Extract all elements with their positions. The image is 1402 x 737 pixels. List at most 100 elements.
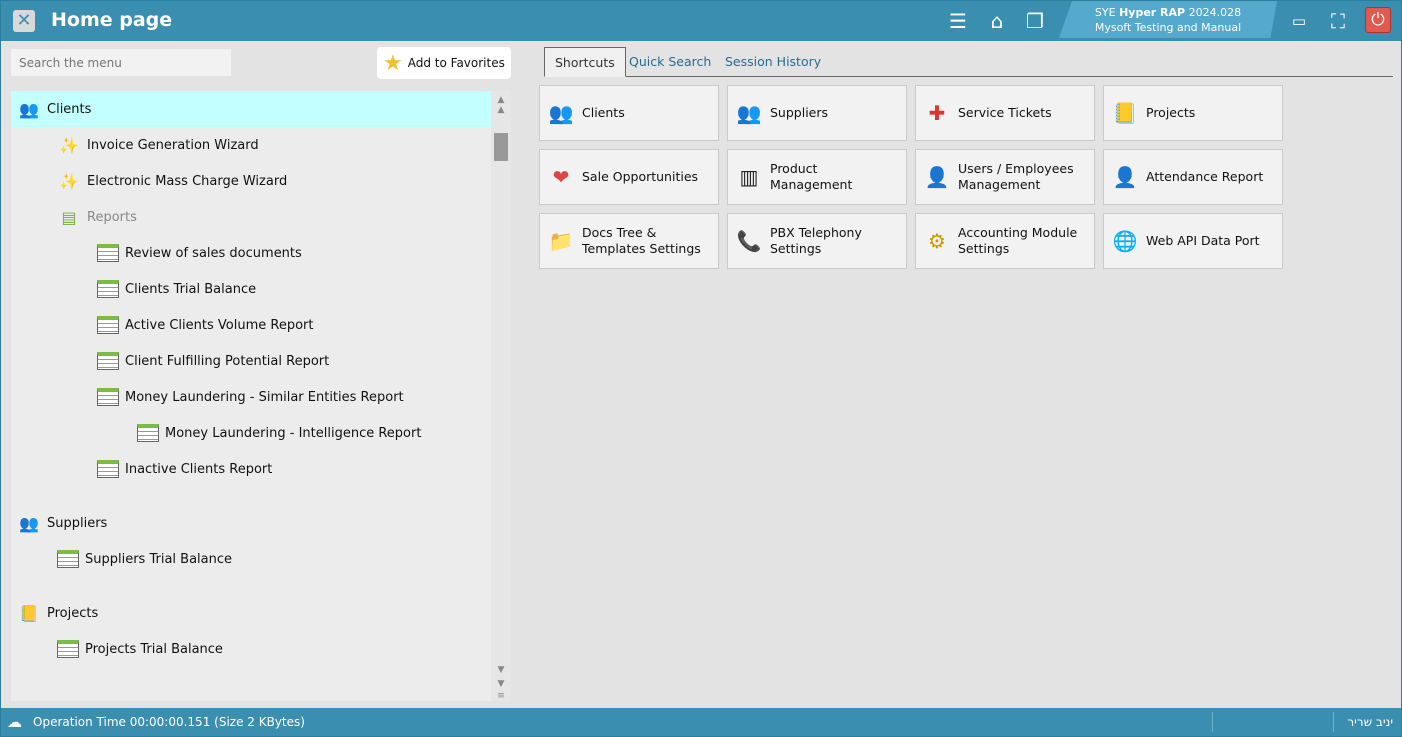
clients-icon: 👥 <box>19 99 39 119</box>
suppliers-icon: 👥 <box>736 101 762 125</box>
report-icon <box>57 550 79 568</box>
power-icon[interactable]: ⏻ <box>1365 7 1391 33</box>
folder-icon: 📁 <box>548 229 574 253</box>
tree-item[interactable]: Inactive Clients Report <box>97 451 272 487</box>
menu-tree: 👥 Clients ✨ Invoice Generation Wizard ✨ Elect… <box>11 91 491 701</box>
shortcut-label: Docs Tree & Templates Settings <box>582 225 701 256</box>
shortcut-label: Users / Employees Management <box>958 161 1074 192</box>
clients-icon: 👥 <box>548 101 574 125</box>
shortcuts-grid: 👥 Clients 👥 Suppliers ✚ Service Tickets 📒 Proje… <box>539 85 1283 269</box>
cloud-server-icon: ☁ <box>7 713 22 731</box>
report-icon <box>97 244 119 262</box>
shortcut-suppliers[interactable]: 👥 Suppliers <box>727 85 907 141</box>
shortcut-label: Projects <box>1146 105 1196 120</box>
tab-quick-search[interactable]: Quick Search <box>619 47 721 77</box>
barcode-icon: ▥ <box>739 165 759 189</box>
tree-item[interactable]: Clients Trial Balance <box>97 271 256 307</box>
shortcut-label: Sale Opportunities <box>582 169 699 184</box>
home-icon[interactable]: ⌂ <box>984 9 1010 33</box>
windows-icon[interactable]: ❐ <box>1022 9 1048 33</box>
shortcut-users[interactable]: 👤 Users / Employees Management <box>915 149 1095 205</box>
tree-item[interactable]: Suppliers Trial Balance <box>57 541 232 577</box>
brand-name: Hyper RAP <box>1119 6 1186 19</box>
suppliers-icon: 👥 <box>19 513 39 533</box>
shortcut-coins-gear[interactable]: ⚙ Accounting Module Settings <box>915 213 1095 269</box>
tree-item[interactable]: Active Clients Volume Report <box>97 307 313 343</box>
tree-item[interactable]: Money Laundering - Intelligence Report <box>137 415 421 451</box>
tree-item[interactable]: Review of sales documents <box>97 235 302 271</box>
projects-icon: 📒 <box>1112 101 1138 125</box>
scrollbar-thumb[interactable] <box>494 133 508 161</box>
shortcut-projects[interactable]: 📒 Projects <box>1103 85 1283 141</box>
tree-item[interactable]: 👥 Clients <box>11 91 491 127</box>
shortcut-phone[interactable]: 📞 PBX Telephony Settings <box>727 213 907 269</box>
tree-item-label: Clients <box>47 101 92 117</box>
status-bar: ☁ Operation Time 00:00:00.151 (Size 2 KB… <box>1 708 1401 736</box>
first-aid-icon: ✚ <box>928 101 946 125</box>
tree-item-label: Money Laundering - Intelligence Report <box>165 425 422 441</box>
tree-item-label: Inactive Clients Report <box>125 461 273 477</box>
tree-item[interactable]: ✨ Invoice Generation Wizard <box>57 127 259 163</box>
tab-shortcuts[interactable]: Shortcuts <box>544 47 626 77</box>
tree-item[interactable]: 👥 Suppliers <box>17 505 107 541</box>
company-name: Mysoft Testing and Manual <box>1094 21 1242 34</box>
menu-icon[interactable]: ☰ <box>945 9 971 33</box>
search-menu-input[interactable] <box>11 49 231 76</box>
shortcut-label: Suppliers <box>770 105 829 120</box>
shortcut-globe[interactable]: 🌐 Web API Data Port <box>1103 213 1283 269</box>
report-icon <box>97 352 119 370</box>
minimize-icon[interactable]: ▭ <box>1286 9 1312 33</box>
shortcut-attendance[interactable]: 👤 Attendance Report <box>1103 149 1283 205</box>
reports-folder-icon: ▤ <box>61 207 77 227</box>
shortcut-label: Product Management <box>770 161 853 192</box>
tree-item-label: Client Fulfilling Potential Report <box>125 353 330 369</box>
close-icon[interactable]: ✕ <box>13 10 35 32</box>
report-icon <box>97 460 119 478</box>
tree-item-label: Clients Trial Balance <box>125 281 257 297</box>
report-icon <box>97 316 119 334</box>
shortcut-label: Service Tickets <box>958 105 1052 120</box>
tree-scrollbar[interactable]: ▲ ▲ ▼ ▼ ≡ <box>491 91 511 701</box>
shortcut-barcode[interactable]: ▥ Product Management <box>727 149 907 205</box>
tree-item-label: Suppliers <box>47 515 108 531</box>
shortcut-label: PBX Telephony Settings <box>770 225 862 256</box>
wizard-icon: ✨ <box>59 171 79 191</box>
report-icon <box>97 280 119 298</box>
tree-item[interactable]: ✨ Electronic Mass Charge Wizard <box>57 163 287 199</box>
projects-icon: 📒 <box>19 603 39 623</box>
wizard-icon: ✨ <box>59 135 79 155</box>
brand-info: SYE Hyper RAP 2024.028 Mysoft Testing an… <box>1059 1 1277 38</box>
tab-bar: Shortcuts Quick Search Session History <box>544 47 1393 77</box>
shortcut-folder[interactable]: 📁 Docs Tree & Templates Settings <box>539 213 719 269</box>
tree-item-label: Active Clients Volume Report <box>125 317 314 333</box>
tree-item-label: Projects Trial Balance <box>85 641 223 657</box>
brand-prefix: SYE <box>1094 6 1116 19</box>
tree-item[interactable]: Money Laundering - Similar Entities Repo… <box>97 379 404 415</box>
tree-item-label: Review of sales documents <box>125 245 302 261</box>
tree-item[interactable]: Client Fulfilling Potential Report <box>97 343 329 379</box>
report-icon <box>97 388 119 406</box>
report-icon <box>57 640 79 658</box>
add-to-favorites-button[interactable]: ★ Add to Favorites <box>377 47 511 79</box>
favorites-label: Add to Favorites <box>407 56 505 70</box>
shortcut-clients[interactable]: 👥 Clients <box>539 85 719 141</box>
tree-item[interactable]: ▤ Reports <box>57 199 137 235</box>
shortcut-label: Web API Data Port <box>1146 233 1260 248</box>
status-text: Operation Time 00:00:00.151 (Size 2 KByt… <box>33 715 305 729</box>
shortcut-label: Attendance Report <box>1146 169 1264 184</box>
app-window: ✕ Home page ☰ ⌂ ❐ SYE Hyper RAP 2024.028… <box>1 1 1401 736</box>
tab-session-history[interactable]: Session History <box>715 47 831 77</box>
tree-item[interactable]: Projects Trial Balance <box>57 631 223 667</box>
star-icon: ★ <box>383 50 403 76</box>
tree-item[interactable]: 📒 Projects <box>17 595 98 631</box>
fullscreen-icon[interactable]: ⛶ <box>1325 9 1351 33</box>
tree-item-label: Suppliers Trial Balance <box>85 551 233 567</box>
title-bar: ✕ Home page ☰ ⌂ ❐ SYE Hyper RAP 2024.028… <box>1 1 1401 41</box>
tree-item-label: Reports <box>87 209 137 225</box>
shortcut-heart[interactable]: ❤ Sale Opportunities <box>539 149 719 205</box>
page-title: Home page <box>51 9 173 31</box>
globe-icon: 🌐 <box>1112 229 1138 253</box>
shortcut-first-aid[interactable]: ✚ Service Tickets <box>915 85 1095 141</box>
tree-item-label: Projects <box>47 605 99 621</box>
report-icon <box>137 424 159 442</box>
